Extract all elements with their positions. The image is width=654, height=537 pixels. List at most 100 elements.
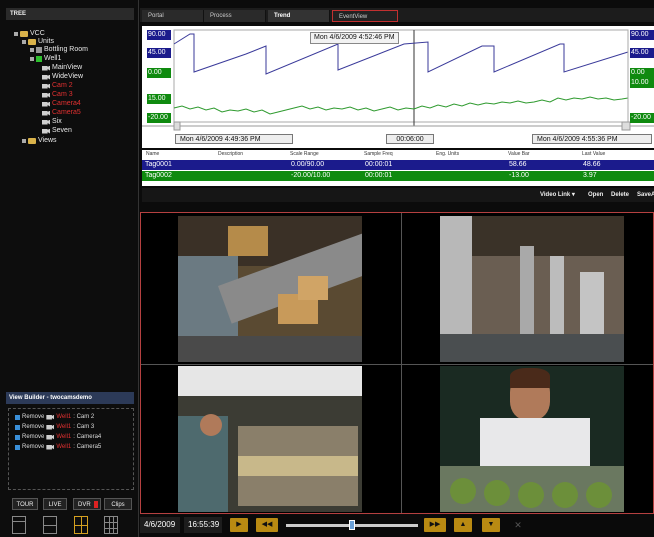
- camera-icon: [46, 434, 55, 440]
- tree-node-units[interactable]: Units: [22, 38, 54, 46]
- right-axis-tick: 90.00: [630, 30, 654, 40]
- camera-feed-camera5[interactable]: [440, 366, 624, 512]
- tree-node-camera4[interactable]: Camera4: [42, 100, 81, 108]
- camera-icon: [42, 74, 50, 80]
- tree-node-vcc[interactable]: VCC: [14, 30, 45, 38]
- camera-icon: [42, 83, 50, 89]
- expand-icon[interactable]: [22, 139, 26, 143]
- left-axis-tick: -20.00: [147, 113, 171, 123]
- checkbox[interactable]: [15, 444, 20, 450]
- folder-icon: [28, 39, 36, 45]
- layout-quad-icon[interactable]: [74, 516, 88, 534]
- left-axis-tick: 45.00: [147, 48, 171, 58]
- playback-time: 16:55:39: [184, 517, 222, 533]
- right-axis-tick: 10.00: [630, 78, 654, 88]
- camera-icon: [42, 92, 50, 98]
- tab-portal[interactable]: Portal: [142, 10, 204, 22]
- playback-date: 4/6/2009: [140, 517, 180, 533]
- tag-table: Name Description Scale Range Sample Freq…: [142, 150, 654, 186]
- rewind-icon[interactable]: ◀◀: [256, 518, 278, 532]
- checkbox[interactable]: [15, 424, 20, 430]
- tree-node-views[interactable]: Views: [22, 137, 57, 145]
- tree-node-six[interactable]: Six: [42, 118, 62, 126]
- tree-node-wideview[interactable]: WideView: [42, 73, 83, 81]
- checkbox[interactable]: [15, 414, 20, 420]
- video-link-dropdown[interactable]: Video Link ▾: [540, 190, 575, 200]
- tree-node-camera5[interactable]: Camera5: [42, 109, 81, 117]
- fast-forward-icon[interactable]: ▶▶: [424, 518, 446, 532]
- camera-icon: [46, 424, 55, 430]
- right-axis-tick: -20.00: [630, 113, 654, 123]
- camera-icon: [42, 119, 50, 125]
- view-builder-item[interactable]: Remove Well1: Camera4: [15, 433, 101, 441]
- step-up-icon[interactable]: ▲: [454, 518, 472, 532]
- tree-node-cam3[interactable]: Cam 3: [42, 91, 73, 99]
- right-axis-tick: 45.00: [630, 48, 654, 58]
- tree-node-mainview[interactable]: MainView: [42, 64, 82, 72]
- camera-icon: [46, 444, 55, 450]
- table-row[interactable]: Tag0001 0.00/90.00 00:00:01 58.66 48.66: [142, 160, 654, 170]
- view-builder-item[interactable]: Remove Well1: Cam 2: [15, 413, 94, 421]
- right-axis-tick: 0.00: [630, 68, 654, 78]
- camera-icon: [46, 414, 55, 420]
- start-time-label: Mon 4/6/2009 4:49:36 PM: [175, 134, 293, 144]
- tree-node-well1[interactable]: Well1: [30, 55, 61, 63]
- column-header: Eng. Units: [436, 151, 460, 157]
- camera-icon: [42, 65, 50, 71]
- tree-node-seven[interactable]: Seven: [42, 127, 72, 135]
- view-builder-item[interactable]: Remove Well1: Cam 3: [15, 423, 94, 431]
- camera-feed-cam3[interactable]: [440, 216, 624, 362]
- tree-header: TREE: [6, 8, 134, 20]
- play-icon[interactable]: ▶: [230, 518, 248, 532]
- layout-grid-icon[interactable]: [104, 516, 118, 534]
- table-row[interactable]: Tag0002 -20.00/10.00 00:00:01 -13.00 3.9…: [142, 171, 654, 181]
- trend-chart[interactable]: 90.00 45.00 0.00 15.00 -20.00 90.00 45.0…: [142, 26, 654, 148]
- well-icon: [36, 56, 42, 62]
- view-builder-item[interactable]: Remove Well1: Camera5: [15, 443, 101, 451]
- open-button[interactable]: Open: [588, 190, 603, 200]
- tree-node-bottling-room[interactable]: Bottling Room: [30, 46, 88, 54]
- expand-icon[interactable]: [30, 48, 34, 52]
- layout-split-icon[interactable]: [43, 516, 57, 534]
- step-down-icon[interactable]: ▼: [482, 518, 500, 532]
- delete-button[interactable]: Delete: [611, 190, 629, 200]
- unit-icon: [36, 47, 42, 53]
- checkbox[interactable]: [15, 434, 20, 440]
- tab-eventview[interactable]: EventView: [332, 10, 398, 22]
- camera-icon: [42, 101, 50, 107]
- tree-node-cam2[interactable]: Cam 2: [42, 82, 73, 90]
- dvr-button[interactable]: DVR: [73, 498, 101, 510]
- live-button[interactable]: LIVE: [43, 498, 67, 510]
- grid-divider: [401, 213, 402, 513]
- column-header: Description: [218, 151, 244, 157]
- expand-icon[interactable]: [14, 32, 18, 36]
- tour-button[interactable]: TOUR: [12, 498, 38, 510]
- tab-process[interactable]: Process: [204, 10, 266, 22]
- grid-divider: [141, 364, 653, 365]
- clips-button[interactable]: Clips: [104, 498, 132, 510]
- left-axis-tick: 15.00: [147, 94, 171, 104]
- chevron-down-icon: ▾: [571, 192, 575, 198]
- folder-icon: [28, 138, 36, 144]
- expand-icon[interactable]: [30, 57, 34, 61]
- column-header: Scale Range: [290, 151, 319, 157]
- camera-feed-cam2[interactable]: [178, 216, 362, 362]
- disabled-icon: ✕: [514, 520, 522, 530]
- view-builder-header: View Builder - twocamsdemo: [6, 392, 134, 404]
- video-toolbar: [142, 188, 654, 202]
- slider-handle[interactable]: [349, 520, 355, 530]
- expand-icon[interactable]: [22, 40, 26, 44]
- camera-icon: [42, 110, 50, 116]
- end-time-label: Mon 4/6/2009 4:55:36 PM: [532, 134, 652, 144]
- camera-icon: [42, 128, 50, 134]
- record-indicator-icon: [93, 500, 98, 508]
- camera-feed-camera4[interactable]: [178, 366, 362, 512]
- save-button[interactable]: SaveA: [637, 190, 654, 200]
- trend-plot: [142, 29, 654, 131]
- tab-trend[interactable]: Trend: [268, 10, 330, 22]
- duration-label[interactable]: 00:06:00: [386, 134, 434, 144]
- column-header: Last Value: [582, 151, 606, 157]
- layout-single-icon[interactable]: [12, 516, 26, 534]
- left-axis-tick: 90.00: [147, 30, 171, 40]
- view-builder-panel[interactable]: Remove Well1: Cam 2 Remove Well1: Cam 3 Re…: [8, 408, 134, 490]
